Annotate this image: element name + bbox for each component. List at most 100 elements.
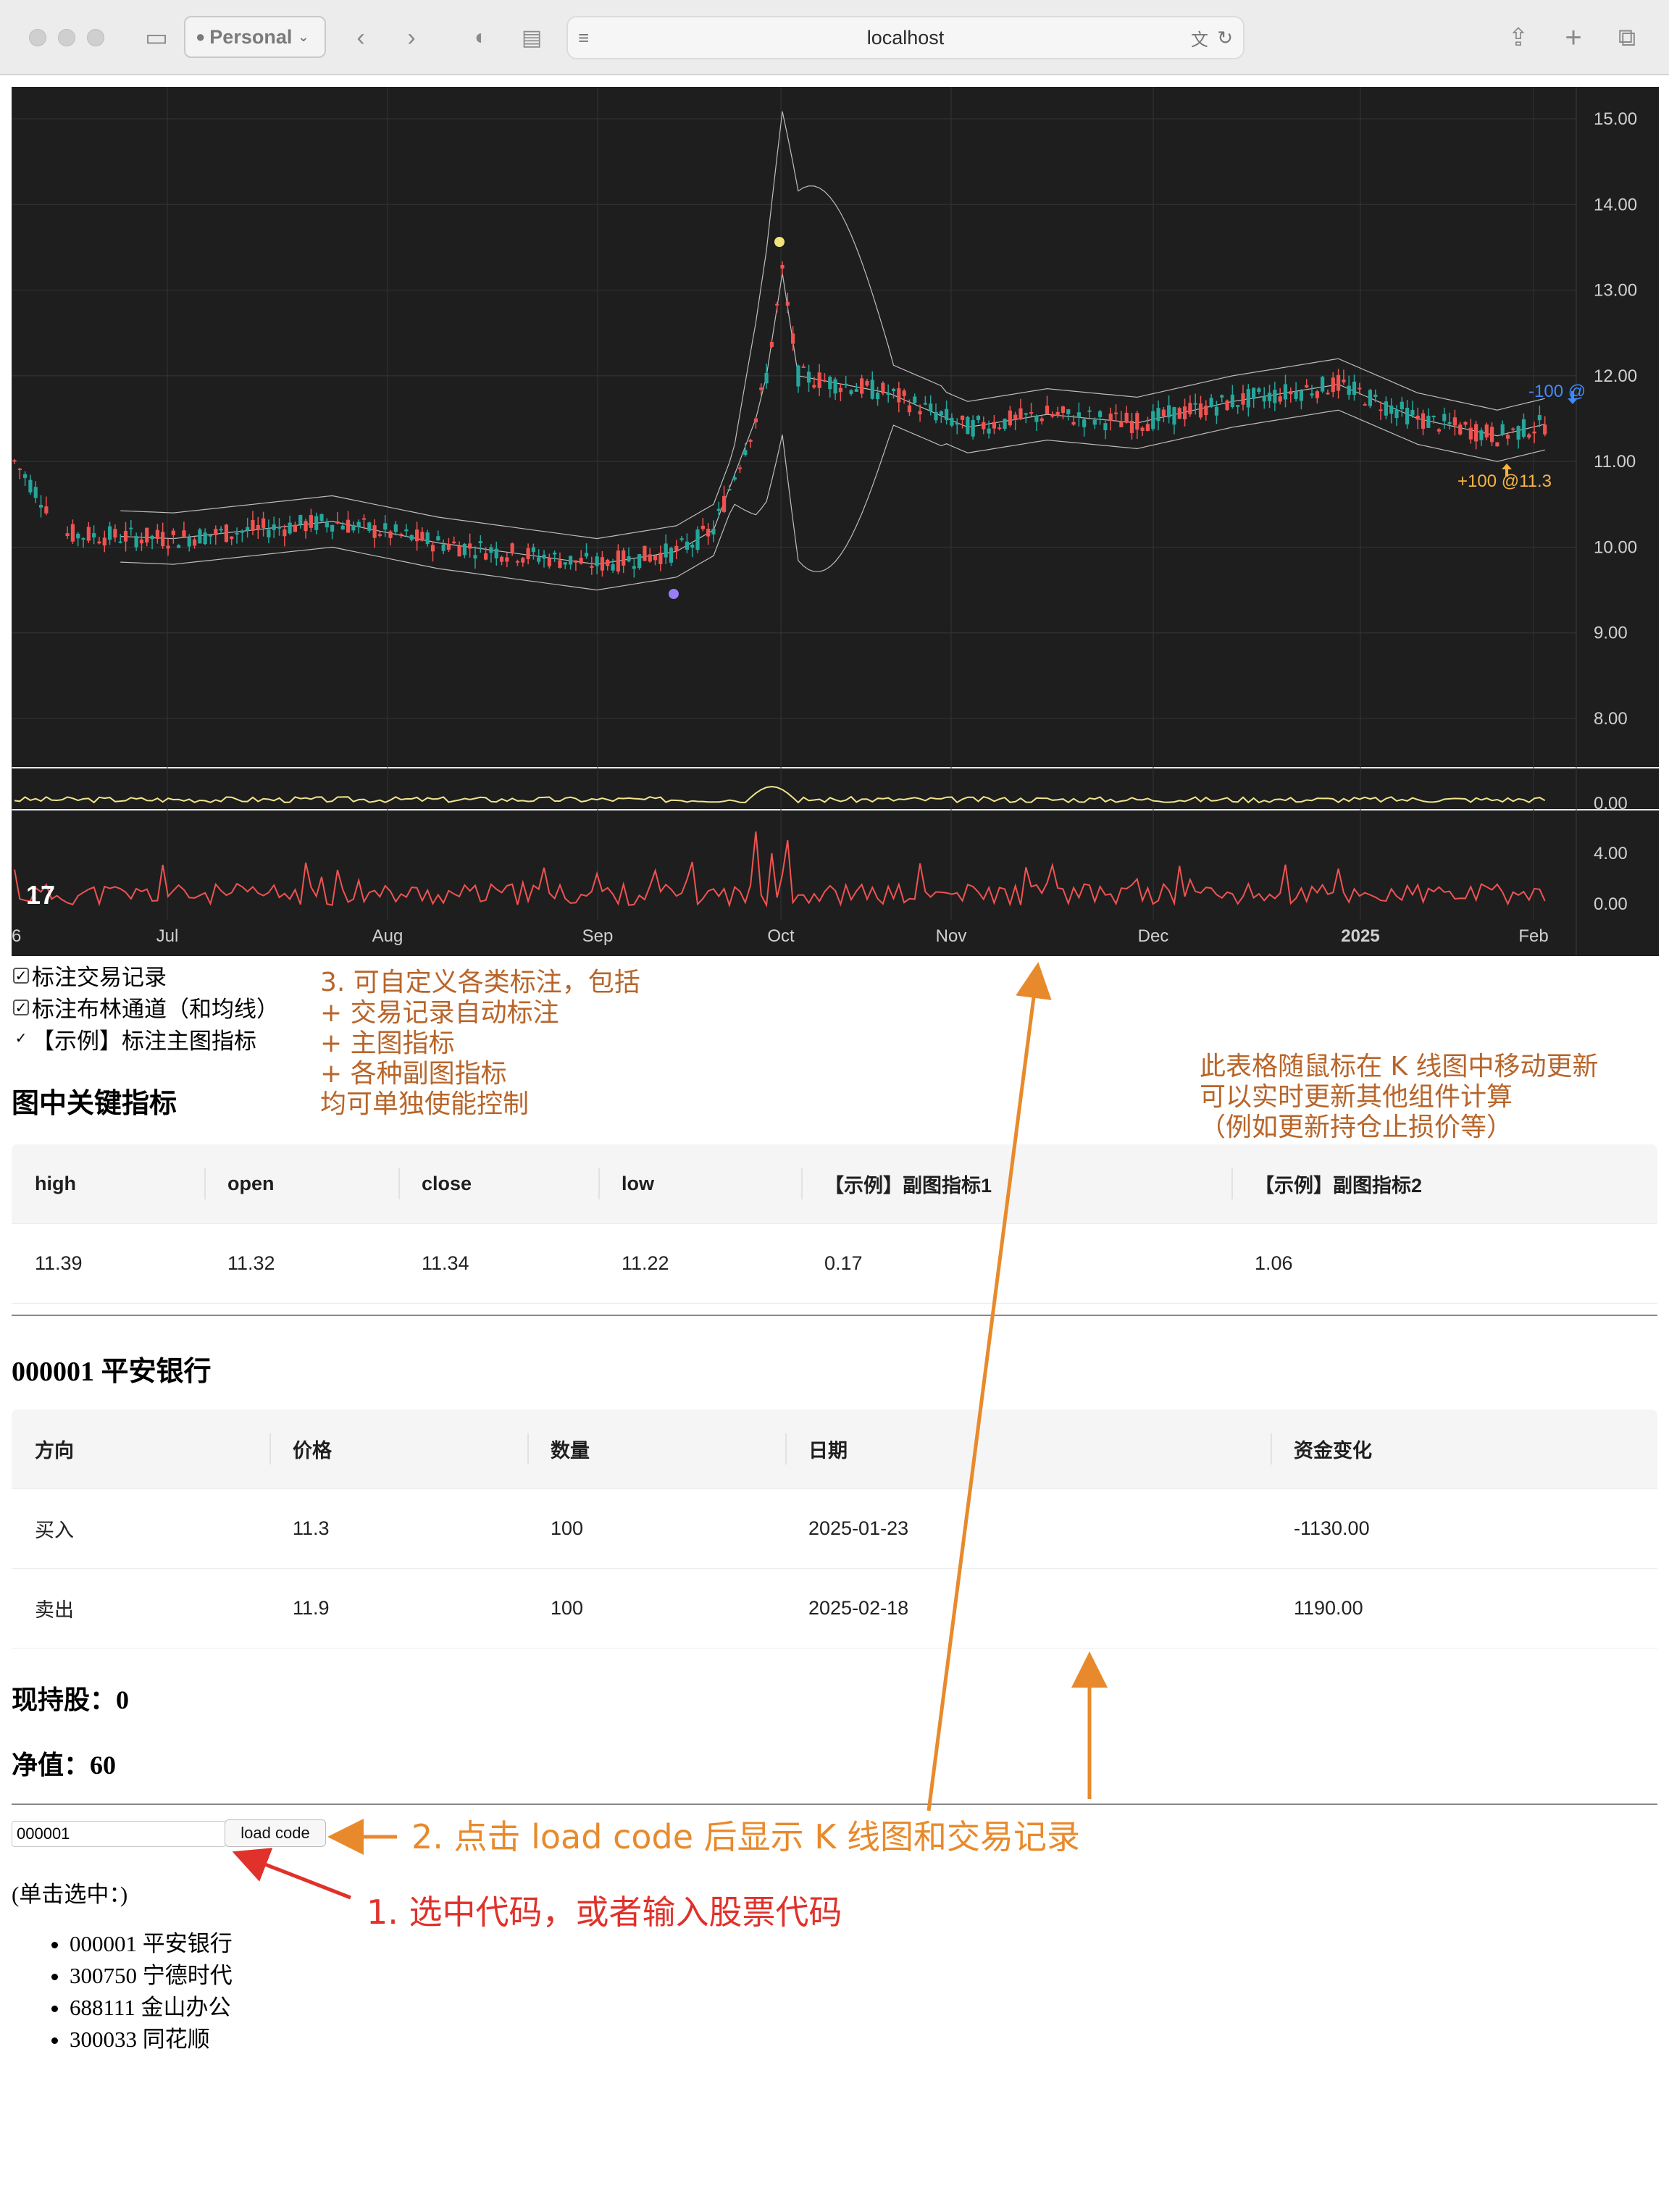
privacy-shield-icon[interactable]: ◐ <box>464 20 498 55</box>
load-code-button[interactable]: load code <box>225 1819 326 1847</box>
candle-body <box>685 541 690 550</box>
checkbox-bollinger-box[interactable]: ✓ <box>13 999 29 1015</box>
y-tick-label: 14.00 <box>1594 195 1637 214</box>
reload-icon[interactable]: ↻ <box>1217 27 1233 49</box>
candle-body <box>643 545 647 561</box>
trades-header-cell: 日期 <box>785 1409 1271 1488</box>
candle-body <box>1342 380 1346 382</box>
candle-body <box>166 545 170 549</box>
candle-body <box>1252 387 1256 399</box>
trade-price: 11.9 <box>293 1597 330 1619</box>
trade-direction: 卖出 <box>35 1599 74 1621</box>
bollinger-upper <box>120 111 1545 540</box>
sub1-tick-label: 0.00 <box>1594 794 1628 813</box>
candle-body <box>982 422 986 430</box>
forward-icon[interactable]: › <box>394 20 429 55</box>
minimize-window-dot[interactable] <box>58 29 75 46</box>
translate-icon[interactable]: 文 <box>1191 25 1208 51</box>
candle-body <box>743 450 748 456</box>
page-download-icon[interactable]: ▤ <box>514 20 549 55</box>
list-item[interactable]: 688111 金山办公 <box>70 1992 233 2024</box>
back-icon[interactable]: ‹ <box>343 20 378 55</box>
list-item[interactable]: 300033 同花顺 <box>70 2024 233 2056</box>
list-item[interactable]: 300750 宁德时代 <box>70 1960 233 1992</box>
candle-body <box>277 527 282 529</box>
candle-body <box>817 372 821 388</box>
candle-body <box>478 541 482 543</box>
candle-body <box>288 522 292 534</box>
candle-body <box>812 385 816 387</box>
candle-body <box>706 528 711 537</box>
candle-body <box>399 534 403 536</box>
candle-body <box>913 396 917 403</box>
zoom-window-dot[interactable] <box>87 29 104 46</box>
candle-body <box>785 301 790 306</box>
candle-body <box>235 532 239 535</box>
candle-body <box>690 544 695 548</box>
address-bar[interactable]: ≡ localhost 文 ↻ <box>566 16 1245 59</box>
arrow-to-input <box>232 1848 351 1900</box>
y-tick-label: 12.00 <box>1594 366 1637 386</box>
checkbox-main-indicator-box[interactable]: ✓ <box>13 1031 29 1047</box>
candle-body <box>764 372 769 384</box>
candle-body <box>1262 395 1266 402</box>
new-tab-icon[interactable]: + <box>1556 20 1591 55</box>
candle-body <box>674 545 679 552</box>
share-icon[interactable]: ⇪ <box>1501 20 1536 55</box>
candle-body <box>198 529 202 544</box>
candle-body <box>219 529 223 531</box>
candle-body <box>700 525 705 529</box>
candle-body <box>1331 377 1335 393</box>
candle-body <box>86 527 91 541</box>
candle-body <box>414 529 419 542</box>
checkbox-main-indicator[interactable]: ✓ 【示例】标注主图指标 <box>13 1023 256 1055</box>
page-menu-icon[interactable]: ≡ <box>578 27 589 49</box>
candle-body <box>1373 394 1378 397</box>
indicators-header-cell: 【示例】副图指标1 <box>801 1144 1231 1223</box>
indicators-header-cell: 【示例】副图指标2 <box>1231 1144 1657 1223</box>
sell-marker-label: -100 @ <box>1528 382 1586 401</box>
tab-overview-icon[interactable]: ⧉ <box>1610 20 1644 55</box>
annotation-1: 1. 选中代码，或者输入股票代码 <box>367 1893 842 1932</box>
candle-body <box>1029 412 1034 414</box>
candle-body <box>1103 423 1108 430</box>
candle-body <box>976 416 981 420</box>
candle-body <box>1363 404 1367 406</box>
candle-body <box>1257 388 1261 392</box>
candle-body <box>1495 442 1499 447</box>
close-window-dot[interactable] <box>29 29 46 46</box>
checkbox-bollinger[interactable]: ✓ 标注布林通道（和均线） <box>13 991 279 1023</box>
list-item[interactable]: 000001 平安银行 <box>70 1928 233 1960</box>
sidebar-icon[interactable]: ▭ <box>139 20 174 55</box>
candle-body <box>446 543 451 550</box>
candle-body <box>574 560 578 563</box>
candle-body <box>854 389 858 392</box>
code-input[interactable] <box>12 1821 226 1847</box>
candle-body <box>860 378 864 394</box>
candle-body <box>547 558 551 566</box>
candle-body <box>81 537 85 540</box>
annotation-3-line: + 交易记录自动标注 <box>320 998 559 1028</box>
candle-body <box>97 541 101 544</box>
table-row: 买入 11.3 100 2025-01-23 -1130.00 <box>12 1489 1657 1569</box>
candle-body <box>865 380 869 386</box>
candle-body <box>367 522 372 531</box>
candle-body <box>997 427 1002 430</box>
candle-body <box>145 527 149 543</box>
stock-code-list: 000001 平安银行 300750 宁德时代 688111 金山办公 3000… <box>70 1928 233 2056</box>
candle-body <box>1310 393 1314 396</box>
chevron-down-icon: ⌄ <box>298 29 309 44</box>
candle-body <box>844 383 848 385</box>
candle-body <box>129 527 133 529</box>
candle-body <box>658 553 663 564</box>
candle-body <box>1018 408 1023 419</box>
profile-selector[interactable]: ● Personal ⌄ <box>184 16 326 58</box>
candle-body <box>542 554 546 559</box>
kline-chart[interactable]: -100 @ +100 @11.3 15.00 14.00 13.00 12.00 11.… <box>12 87 1659 956</box>
chart-canvas[interactable]: -100 @ +100 @11.3 15.00 14.00 13.00 12.00 11.… <box>12 87 1659 956</box>
candle-body <box>732 477 737 480</box>
candle-body <box>1119 421 1124 427</box>
candle-body <box>881 382 885 394</box>
checkbox-trades[interactable]: ✓ 标注交易记录 <box>13 959 167 992</box>
checkbox-trades-box[interactable]: ✓ <box>13 967 29 984</box>
